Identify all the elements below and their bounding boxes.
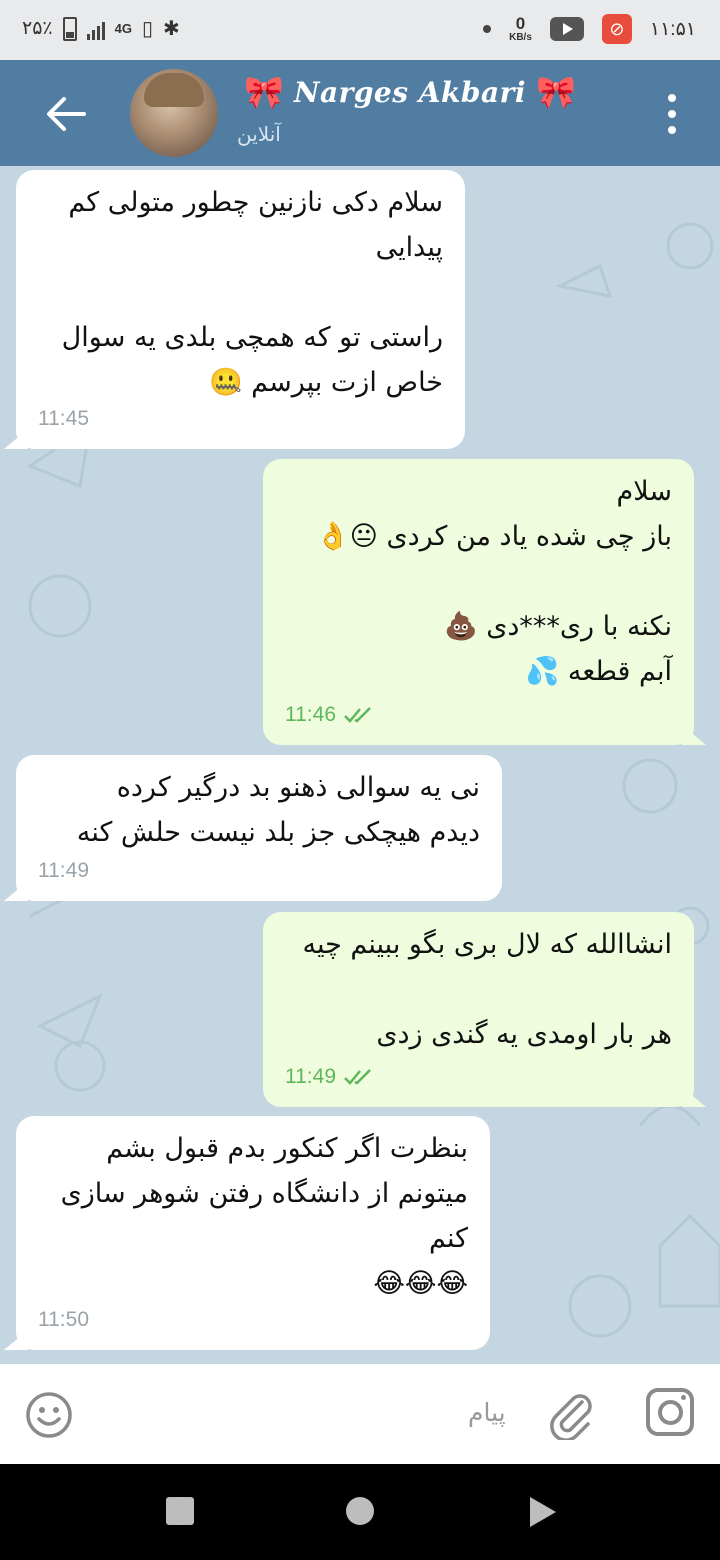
clock: ۱۱:۵۱	[649, 18, 696, 40]
message-time-row: 11:46	[285, 692, 374, 737]
status-bar: ۲۵٪ 4G ▯ ✱ 0 KB/s ⊘ ۱۱:۵۱	[0, 0, 720, 60]
youtube-icon	[549, 17, 584, 41]
network-type: 4G	[114, 21, 132, 36]
back-button[interactable]	[530, 1497, 556, 1527]
message-time: 11:49	[285, 1065, 336, 1088]
message-time: 11:46	[285, 703, 336, 726]
message-text: دیدم هیچکی جز بلد نیست حلش کنه	[76, 817, 480, 848]
message-text: انشاالله که لال بری بگو ببینم چیه	[302, 929, 672, 960]
message-outgoing[interactable]: انشاالله که لال بری بگو ببینم چیه هر بار…	[263, 912, 706, 1107]
message-text: نکنه با ری***دی 💩	[444, 611, 672, 642]
message-incoming[interactable]: سلام دکی نازنین چطور متولی کم پیدایی راس…	[4, 170, 465, 449]
message-text: کنم	[429, 1223, 468, 1254]
back-arrow-icon[interactable]	[44, 94, 88, 134]
message-text: راستی تو که همچی بلدی یه سوال	[61, 322, 443, 353]
home-button[interactable]	[346, 1497, 374, 1525]
notification-dot-icon	[483, 25, 492, 33]
message-text: بنظرت اگر کنکور بدم قبول بشم	[106, 1133, 468, 1164]
message-time: 11:49	[38, 859, 89, 882]
avatar[interactable]	[130, 69, 218, 157]
contact-name: Narges Akbari	[293, 75, 526, 109]
message-input-bar: پیام	[0, 1364, 720, 1464]
message-text: خاص ازت بپرسم 🤐	[208, 367, 443, 398]
contact-title[interactable]: 🎀 Narges Akbari 🎀	[244, 74, 576, 110]
message-text: باز چی شده یاد من کردی 😐👌	[316, 521, 672, 552]
smiley-icon[interactable]	[24, 1390, 74, 1440]
bow-emoji-right: 🎀	[535, 73, 576, 111]
message-text: پیدایی	[375, 232, 443, 263]
message-text: هر بار اومدی یه گندی زدی	[376, 1019, 672, 1050]
message-text: 😂😂😂	[373, 1268, 468, 1299]
instagram-camera-icon[interactable]	[646, 1388, 694, 1436]
recents-button[interactable]	[166, 1497, 194, 1525]
message-text: میتونم از دانشگاه رفتن شوهر سازی	[60, 1178, 468, 1209]
signal-icon	[86, 18, 105, 40]
bluetooth-icon: ✱	[162, 18, 180, 40]
more-vertical-icon[interactable]	[666, 94, 678, 134]
message-incoming[interactable]: نی یه سوالی ذهنو بد درگیر کرده دیدم هیچک…	[4, 755, 502, 901]
message-text: نی یه سوالی ذهنو بد درگیر کرده	[116, 772, 480, 803]
message-incoming[interactable]: بنظرت اگر کنکور بدم قبول بشم میتونم از د…	[4, 1116, 490, 1350]
message-time-row: 11:49	[285, 1054, 374, 1099]
message-time: 11:45	[38, 407, 89, 430]
online-status: آنلاین	[237, 122, 281, 146]
message-text: سلام دکی نازنین چطور متولی کم	[68, 187, 443, 218]
battery-percent: ۲۵٪	[22, 18, 53, 39]
double-check-icon	[344, 1068, 371, 1085]
vibrate-icon: ▯	[141, 18, 153, 40]
battery-icon	[62, 16, 77, 41]
message-input[interactable]: پیام	[468, 1398, 506, 1427]
double-check-icon	[344, 706, 371, 723]
message-outgoing[interactable]: سلام باز چی شده یاد من کردی 😐👌 نکنه با ر…	[263, 459, 706, 745]
message-list[interactable]: سلام دکی نازنین چطور متولی کم پیدایی راس…	[0, 166, 720, 1364]
message-time: 11:50	[38, 1308, 89, 1331]
message-text: سلام	[616, 476, 672, 507]
message-text: آبم قطعه 💦	[525, 656, 672, 687]
chat-header: 🎀 Narges Akbari 🎀 آنلاین	[0, 60, 720, 166]
network-speed: 0 KB/s	[509, 14, 532, 43]
paperclip-icon[interactable]	[546, 1388, 594, 1440]
bow-emoji-left: 🎀	[244, 73, 284, 111]
app-notification-icon: ⊘	[601, 14, 632, 44]
system-nav-bar	[0, 1464, 720, 1560]
